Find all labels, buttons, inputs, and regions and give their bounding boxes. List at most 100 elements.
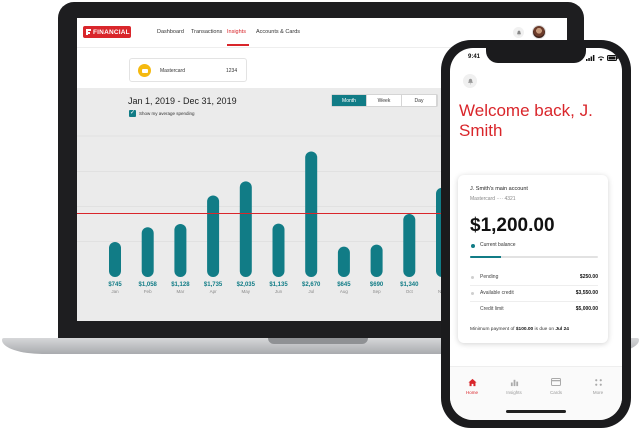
bar-may[interactable]: [239, 181, 252, 277]
balance-label: Current balance: [480, 242, 516, 248]
balance-progress-fill: [470, 256, 501, 258]
min-payment-prefix: Minimum payment of: [470, 327, 516, 332]
battery-icon: [607, 55, 618, 61]
row-dot: [471, 292, 474, 295]
category-tick-label: Feb: [144, 289, 152, 294]
bar-oct[interactable]: [403, 214, 416, 277]
category-tick-label: Aug: [340, 289, 349, 294]
card-icon: [138, 64, 151, 77]
logo-text: FINANCIAL: [93, 28, 130, 36]
logo-mark-icon: [83, 26, 93, 38]
min-payment-date: Jul 24: [555, 327, 569, 332]
tab-more[interactable]: More: [578, 377, 618, 395]
status-time: 9:41: [468, 54, 481, 60]
financial-logo[interactable]: FINANCIAL: [83, 26, 131, 38]
bar-value-label: $2,035: [237, 282, 256, 288]
row-divider: [470, 301, 598, 302]
card-selector-number: 1234: [226, 68, 238, 74]
bar-value-label: $1,135: [269, 282, 288, 288]
category-tick-label: Oct: [406, 289, 414, 294]
bar-jul[interactable]: [305, 151, 318, 277]
bar-jun[interactable]: [272, 223, 285, 277]
category-tick-label: May: [242, 289, 251, 294]
nav-transactions[interactable]: Transactions: [191, 29, 222, 35]
more-icon: [594, 378, 602, 386]
bar-value-label: $745: [108, 282, 122, 288]
average-checkbox[interactable]: ✓: [129, 110, 136, 117]
category-tick-label: Sep: [373, 289, 382, 294]
tab-insights[interactable]: Insights: [494, 377, 534, 395]
account-subtitle: Mastercard ···· 4321: [470, 196, 516, 202]
nav-dashboard[interactable]: Dashboard: [157, 29, 184, 35]
period-toggle-group: Month Week Day: [331, 94, 438, 107]
bar-value-label: $1,735: [204, 282, 223, 288]
tab-label: More: [592, 390, 604, 395]
bar-value-label: $1,340: [400, 282, 419, 288]
card-selector-name: Mastercard: [160, 68, 186, 74]
user-avatar[interactable]: [532, 25, 546, 39]
category-tick-label: Jan: [111, 289, 119, 294]
bar-value-label: $1,058: [139, 282, 158, 288]
bar-sep[interactable]: [370, 244, 383, 277]
phone-notch: [486, 48, 586, 63]
balance-dot: [471, 244, 475, 248]
toggle-week[interactable]: Week: [367, 95, 402, 106]
signal-icon: [586, 55, 595, 61]
balance-progress-bar: [470, 256, 598, 258]
laptop-hinge-notch: [268, 338, 368, 344]
row-value: $250.00: [579, 274, 598, 280]
row-divider: [470, 285, 598, 286]
phone-notification-bell-icon[interactable]: [463, 74, 477, 88]
average-checkbox-label: Show my average spending: [139, 111, 195, 116]
card-selector[interactable]: Mastercard 1234: [129, 58, 247, 82]
row-dot: [471, 276, 474, 279]
bar-aug[interactable]: [337, 246, 350, 277]
bar-apr[interactable]: [207, 195, 220, 277]
category-tick-label: Jun: [275, 289, 283, 294]
phone-screen: 9:41 Welcome back, J. Smith J. Smith's m…: [450, 48, 622, 420]
home-indicator: [506, 410, 566, 413]
welcome-heading: Welcome back, J. Smith: [459, 101, 593, 140]
category-tick-label: Mar: [177, 289, 185, 294]
date-range[interactable]: Jan 1, 2019 - Dec 31, 2019: [128, 96, 237, 106]
tab-cards[interactable]: Cards: [536, 377, 576, 395]
category-tick-label: Apr: [210, 289, 218, 294]
row-label: Credit limit: [480, 306, 504, 312]
category-tick-label: Jul: [308, 289, 314, 294]
row-value: $5,000.00: [575, 306, 598, 312]
bar-jan[interactable]: [109, 241, 121, 277]
account-title: J. Smith's main account: [470, 186, 528, 192]
min-payment-mid: is due on: [533, 327, 556, 332]
account-row-pending: Pending $250.00: [470, 273, 598, 283]
toggle-month[interactable]: Month: [332, 95, 367, 106]
wifi-icon: [597, 56, 605, 61]
card-icon: [551, 378, 561, 386]
bar-value-label: $2,670: [302, 282, 321, 288]
insights-icon: [510, 379, 518, 386]
bar-value-label: $1,128: [171, 282, 190, 288]
tab-label: Insights: [506, 390, 522, 395]
min-payment-amount: $100.00: [515, 327, 534, 332]
notification-bell-icon[interactable]: [513, 27, 524, 38]
bar-feb[interactable]: [141, 227, 154, 277]
nav-active-indicator: [227, 44, 249, 46]
nav-accounts-cards[interactable]: Accounts & Cards: [256, 29, 300, 35]
account-row-available-credit: Available credit $3,550.00: [470, 289, 598, 299]
row-label: Available credit: [480, 290, 514, 296]
bar-value-label: $690: [370, 282, 384, 288]
account-card[interactable]: J. Smith's main account Mastercard ···· …: [458, 175, 608, 343]
row-label: Pending: [480, 274, 499, 280]
account-row-credit-limit: Credit limit $5,000.00: [470, 305, 598, 315]
home-icon: [467, 378, 477, 386]
nav-insights[interactable]: Insights: [227, 29, 246, 35]
bar-mar[interactable]: [174, 223, 187, 277]
tab-label: Cards: [549, 390, 562, 395]
row-value: $3,550.00: [575, 290, 598, 296]
minimum-payment-note: Minimum payment of $100.00 is due on Jul…: [470, 327, 606, 332]
toggle-day[interactable]: Day: [402, 95, 437, 106]
status-icons: [586, 55, 618, 61]
tab-label: Home: [465, 390, 478, 395]
current-balance: $1,200.00: [470, 215, 555, 236]
tab-home[interactable]: Home: [452, 377, 492, 395]
bar-value-label: $645: [337, 282, 351, 288]
